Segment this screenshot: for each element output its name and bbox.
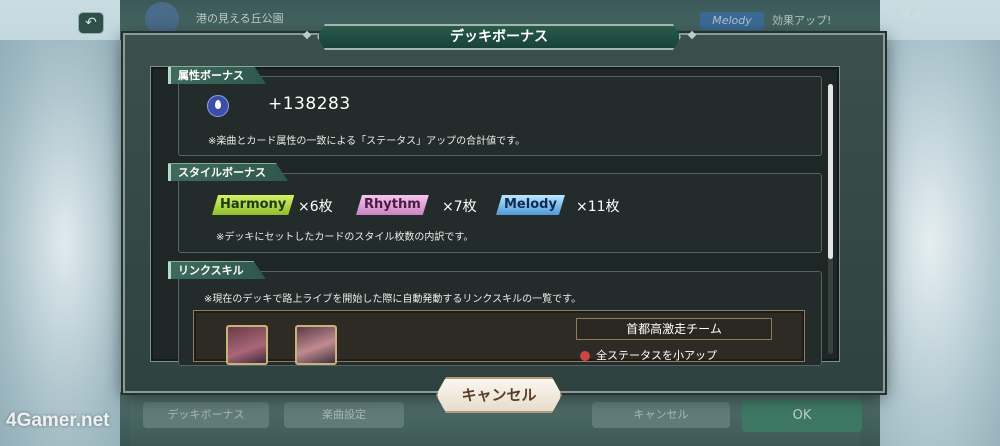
style-bonus-note: ※デッキにセットしたカードのスタイル枚数の内訳です。 bbox=[216, 232, 474, 243]
bg-cancel-button[interactable]: キャンセル bbox=[592, 402, 730, 428]
song-settings-button[interactable]: 楽曲設定 bbox=[284, 402, 404, 428]
melody-badge: Melody bbox=[496, 195, 565, 215]
water-drop-icon bbox=[207, 95, 229, 117]
background-left-blur bbox=[0, 40, 130, 446]
back-button[interactable]: ↶ bbox=[78, 12, 104, 34]
style-bonus-label-tag: スタイルボーナス bbox=[168, 163, 288, 181]
deck-bonus-button[interactable]: デッキボーナス bbox=[143, 402, 269, 428]
link-team-name: 首都高激走チーム bbox=[576, 318, 772, 340]
link-skill-note: ※現在のデッキで路上ライブを開始した際に自動発動するリンクスキルの一覧です。 bbox=[204, 294, 582, 305]
melody-effect-text: 効果アップ! bbox=[772, 14, 832, 27]
dialog-title: デッキボーナス bbox=[317, 24, 681, 50]
melody-tag: Melody bbox=[700, 12, 764, 30]
link-skill-label: リンクスキル bbox=[178, 264, 244, 277]
stage-name: 港の見える丘公園 bbox=[196, 12, 284, 25]
watermark: 4Gamer.net bbox=[6, 410, 110, 431]
attribute-bonus-value: +138283 bbox=[268, 94, 351, 114]
rhythm-badge: Rhythm bbox=[356, 195, 429, 215]
link-skill-label-tag: リンクスキル bbox=[168, 261, 266, 279]
harmony-count: ×6枚 bbox=[298, 199, 333, 215]
attribute-bonus-label-tag: 属性ボーナス bbox=[168, 66, 266, 84]
link-skill-effect: 全ステータスを小アップ bbox=[580, 347, 717, 363]
melody-count: ×11枚 bbox=[576, 199, 620, 215]
card-thumbnail[interactable] bbox=[295, 325, 337, 365]
skill-icon bbox=[580, 351, 590, 361]
attribute-bonus-note: ※楽曲とカード属性の一致による「ステータス」アップの合計値です。 bbox=[208, 136, 526, 147]
link-skill-effect-text: 全ステータスを小アップ bbox=[596, 349, 717, 362]
ok-button[interactable]: OK bbox=[742, 400, 862, 432]
scrollbar-thumb[interactable] bbox=[828, 84, 833, 259]
top-right-icons[interactable]: ◀ ◆ bbox=[900, 6, 922, 20]
attribute-bonus-label: 属性ボーナス bbox=[178, 69, 244, 82]
rhythm-count: ×7枚 bbox=[442, 199, 477, 215]
harmony-badge: Harmony bbox=[212, 195, 294, 215]
cancel-button[interactable]: キャンセル bbox=[436, 377, 562, 413]
card-thumbnail[interactable] bbox=[226, 325, 268, 365]
style-bonus-label: スタイルボーナス bbox=[178, 166, 266, 179]
